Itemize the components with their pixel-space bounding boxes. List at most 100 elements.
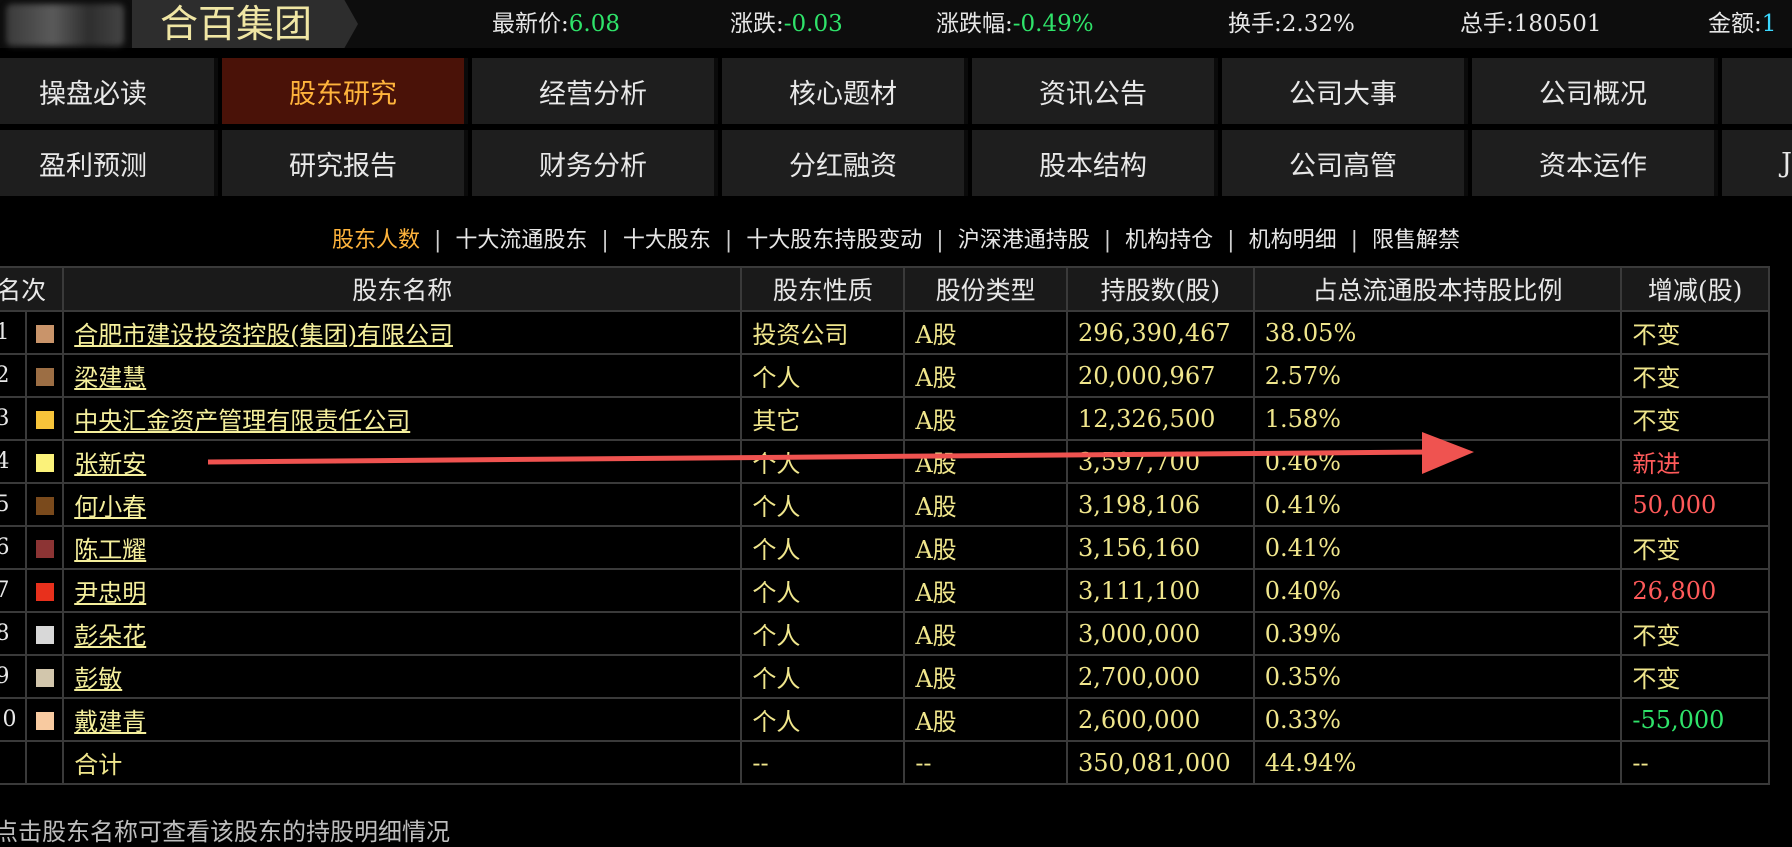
menu-jingying[interactable]: 经营分析 <box>472 58 718 124</box>
row-shares: 3,198,106 <box>1065 482 1255 527</box>
total-ratio: 44.94% <box>1252 740 1623 785</box>
row-nature: 个人 <box>740 439 906 484</box>
menu-fenhong[interactable]: 分红融资 <box>722 130 968 196</box>
subtab-unlock[interactable]: 限售解禁 <box>1372 228 1460 253</box>
row-type: A股 <box>903 439 1068 484</box>
subtab-top10-change[interactable]: 十大股东持股变动 <box>746 228 922 253</box>
menu-gudong-yanjiu[interactable]: 股东研究 <box>222 58 468 124</box>
table-row: 8 彭朵花 个人 A股 3,000,000 0.39% 不变 <box>0 611 1770 656</box>
row-shares: 12,326,500 <box>1065 396 1255 441</box>
row-rank: 4 <box>0 439 28 484</box>
row-color-swatch <box>35 497 54 515</box>
row-change: 不变 <box>1620 654 1770 699</box>
row-type: A股 <box>903 654 1068 699</box>
subtab-inst-holding[interactable]: 机构持仓 <box>1125 228 1213 253</box>
row-shares: 2,700,000 <box>1065 654 1255 699</box>
total-label: 合计 <box>62 740 743 785</box>
row-nature: 其它 <box>740 396 906 441</box>
subtab-top10-float[interactable]: 十大流通股东 <box>455 228 587 253</box>
subtab-inst-detail[interactable]: 机构明细 <box>1249 228 1337 253</box>
menu-caiwu-fenxi[interactable]: 财务分析 <box>472 130 718 196</box>
quote-change-pct: 涨跌幅:-0.49% <box>936 11 1094 37</box>
company-title-tab: 合百集团 <box>132 0 358 48</box>
row-type: A股 <box>903 353 1068 398</box>
menu-zixun[interactable]: 资讯公告 <box>972 58 1218 124</box>
row-rank: 1 <box>0 310 28 355</box>
table-row: 9 彭敏 个人 A股 2,700,000 0.35% 不变 <box>0 654 1770 699</box>
row-nature: 个人 <box>740 482 906 527</box>
menu-row1-overflow[interactable] <box>1722 58 1792 124</box>
menu-row2-overflow[interactable]: J <box>1722 130 1792 196</box>
holder-name-link[interactable]: 合肥市建设投资控股(集团)有限公司 <box>74 321 453 349</box>
holder-name-link[interactable]: 尹忠明 <box>74 579 146 607</box>
table-row: 6 陈工耀 个人 A股 3,156,160 0.41% 不变 <box>0 525 1770 570</box>
row-color-swatch <box>35 712 54 730</box>
col-type: 股份类型 <box>903 266 1068 312</box>
subtab-hk-connect[interactable]: 沪深港通持股 <box>958 228 1090 253</box>
table-row: 4 张新安 个人 A股 3,597,700 0.46% 新进 <box>0 439 1770 484</box>
row-shares: 296,390,467 <box>1065 310 1255 355</box>
row-type: A股 <box>903 310 1068 355</box>
row-ratio: 0.33% <box>1252 697 1623 742</box>
holder-name-link[interactable]: 张新安 <box>74 450 146 478</box>
row-change: 不变 <box>1620 611 1770 656</box>
row-rank: 9 <box>0 654 28 699</box>
top10-holders-table: 名次 股东名称 股东性质 股份类型 持股数(股) 占总流通股本持股比例 增减(股… <box>0 266 1770 785</box>
quote-latest-price: 最新价:6.08 <box>492 11 620 37</box>
row-type: A股 <box>903 568 1068 613</box>
col-shares: 持股数(股) <box>1065 266 1255 312</box>
table-row: 2 梁建慧 个人 A股 20,000,967 2.57% 不变 <box>0 353 1770 398</box>
row-shares: 20,000,967 <box>1065 353 1255 398</box>
quote-volume: 总手:180501 <box>1460 11 1602 37</box>
menu-yingli-yuce[interactable]: 盈利预测 <box>0 130 218 196</box>
table-row: 10 戴建青 个人A股2,600,0000.33%-55,000 <box>0 697 1770 742</box>
menu-gongsi-dashi[interactable]: 公司大事 <box>1222 58 1468 124</box>
total-nature: -- <box>740 740 906 785</box>
menu-ziben[interactable]: 资本运作 <box>1472 130 1718 196</box>
row-color-swatch <box>35 540 54 558</box>
row-rank: 2 <box>0 353 28 398</box>
holder-name-link[interactable]: 彭朵花 <box>74 622 146 650</box>
row-nature: 个人 <box>740 697 906 742</box>
row-nature: 个人 <box>740 525 906 570</box>
subtab-holder-count[interactable]: 股东人数 <box>332 228 420 253</box>
row-shares: 3,597,700 <box>1065 439 1255 484</box>
menu-gongsi-gaikuang[interactable]: 公司概况 <box>1472 58 1718 124</box>
row-nature: 个人 <box>740 568 906 613</box>
menu-hexin-ticai[interactable]: 核心题材 <box>722 58 968 124</box>
holder-name-link[interactable]: 彭敏 <box>74 665 122 693</box>
col-name: 股东名称 <box>62 266 743 312</box>
holder-name-link[interactable]: 梁建慧 <box>74 364 146 392</box>
company-name: 合百集团 <box>160 2 313 46</box>
row-rank: 8 <box>0 611 28 656</box>
row-type: A股 <box>903 396 1068 441</box>
footer-note: 点击股东名称可查看该股东的持股明细情况 <box>0 818 450 846</box>
col-ratio: 占总流通股本持股比例 <box>1252 266 1623 312</box>
holder-name-link[interactable]: 陈工耀 <box>74 536 146 564</box>
row-change: 不变 <box>1620 310 1770 355</box>
row-rank: 10 <box>0 697 28 742</box>
row-color-swatch <box>35 325 54 343</box>
holder-name-link[interactable]: 何小春 <box>74 493 146 521</box>
row-rank: 7 <box>0 568 28 613</box>
menu-gaoguan[interactable]: 公司高管 <box>1222 130 1468 196</box>
blurred-logo <box>6 4 124 46</box>
holder-name-link[interactable]: 中央汇金资产管理有限责任公司 <box>74 407 410 435</box>
row-ratio: 0.39% <box>1252 611 1623 656</box>
table-row: 1 合肥市建设投资控股(集团)有限公司 投资公司 A股 296,390,467 38.05… <box>0 310 1770 355</box>
row-change: 不变 <box>1620 525 1770 570</box>
menu-yanjiu-baogao[interactable]: 研究报告 <box>222 130 468 196</box>
total-change: -- <box>1620 740 1770 785</box>
row-color-swatch <box>35 669 54 687</box>
row-ratio: 38.05% <box>1252 310 1623 355</box>
total-type: -- <box>903 740 1068 785</box>
row-color-swatch <box>35 626 54 644</box>
col-rank: 名次 <box>0 266 65 312</box>
menu-guben[interactable]: 股本结构 <box>972 130 1218 196</box>
row-nature: 个人 <box>740 611 906 656</box>
holder-subtabs: 股东人数 | 十大流通股东 | 十大股东 | 十大股东持股变动 | 沪深港通持股 | 机构持仓 | 机构… <box>331 228 1461 253</box>
menu-caopan[interactable]: 操盘必读 <box>0 58 218 124</box>
col-nature: 股东性质 <box>740 266 906 312</box>
subtab-top10[interactable]: 十大股东 <box>623 228 711 253</box>
holder-name-link[interactable]: 戴建青 <box>74 708 146 736</box>
